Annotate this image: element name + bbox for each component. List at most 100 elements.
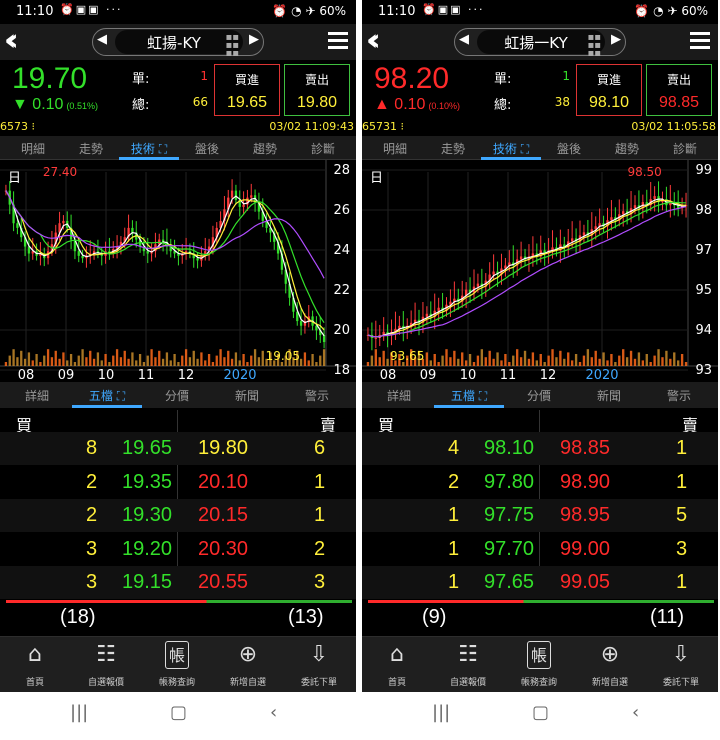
tab-4[interactable]: 趨勢	[598, 140, 656, 157]
volume-bar	[594, 350, 597, 366]
battery-level: 60%	[681, 4, 708, 18]
prev-stock-arrow-icon[interactable]: ◀	[459, 32, 469, 47]
book-row[interactable]: 8 19.65 19.80 6	[0, 432, 356, 465]
stock-name-field[interactable]: 虹揚一KY ▪▪ ▪▪ ▪▪	[477, 30, 605, 59]
subtab-4[interactable]: 警示	[282, 387, 352, 404]
prev-stock-arrow-icon[interactable]: ◀	[97, 32, 107, 47]
nav-item-1[interactable]: ☷ 自選報價	[433, 641, 503, 688]
sell-button[interactable]: 賣出 19.80	[284, 64, 350, 116]
nav-item-0[interactable]: ⌂ 首頁	[0, 641, 70, 688]
nav-item-0[interactable]: ⌂ 首頁	[362, 641, 432, 688]
bid-price: 19.65	[122, 437, 173, 459]
volume-text: 6573 ⁝	[0, 120, 35, 133]
bid-qty: 3	[86, 537, 98, 560]
subtab-3[interactable]: 新聞	[212, 387, 282, 404]
book-row[interactable]: 4 98.10 98.85 1	[362, 432, 718, 465]
hamburger-menu-icon[interactable]	[328, 32, 348, 50]
nav-label: 委託下單	[300, 678, 337, 688]
y-tick-label: 95	[695, 283, 712, 298]
buy-button[interactable]: 買進 19.65	[214, 64, 280, 116]
nav-item-2[interactable]: 帳帳務查詢	[142, 641, 212, 688]
volume-bar	[135, 360, 138, 366]
tab-2[interactable]: 技術 ⛶	[482, 140, 540, 157]
back-double-chevron-icon[interactable]: ‹‹	[366, 26, 398, 58]
chart-svg: 99 98 97 95 94 93 08 09 10 11 12 2020 日 98.50 93.65	[362, 160, 718, 383]
tab-4[interactable]: 趨勢	[236, 140, 294, 157]
nav-item-1[interactable]: ☷ 自選報價	[71, 641, 141, 688]
volume-bar	[119, 357, 123, 366]
tab-0[interactable]: 明細	[366, 140, 424, 157]
book-row[interactable]: 1 97.75 98.95 5	[362, 499, 718, 532]
back-arrow-icon[interactable]: ‹	[632, 702, 639, 723]
nav-item-2[interactable]: 帳帳務查詢	[504, 641, 574, 688]
next-stock-arrow-icon[interactable]: ▶	[249, 32, 259, 47]
tab-0[interactable]: 明細	[4, 140, 62, 157]
book-row[interactable]: 2 19.35 20.10 1	[0, 466, 356, 499]
nav-label: 新增自選	[229, 678, 266, 688]
tab-1[interactable]: 走勢	[62, 140, 120, 157]
book-row[interactable]: 2 19.30 20.15 1	[0, 499, 356, 532]
recent-apps-icon[interactable]: |||	[432, 702, 450, 723]
book-row[interactable]: 3 19.15 20.55 3	[0, 566, 356, 599]
next-stock-arrow-icon[interactable]: ▶	[611, 32, 621, 47]
book-row[interactable]: 3 19.20 20.30 2	[0, 533, 356, 566]
volume-bar	[303, 352, 307, 366]
main-tabs: 明細 走勢 技術 ⛶ 盤後 趨勢 診斷	[362, 136, 718, 160]
nav-item-3[interactable]: ⊕ 新增自選	[213, 641, 283, 688]
bid-price: 19.20	[122, 537, 173, 560]
tab-1[interactable]: 走勢	[424, 140, 482, 157]
tab-2[interactable]: 技術 ⛶	[120, 140, 178, 157]
subtab-1[interactable]: 五檔 ⛶	[434, 387, 504, 404]
stock-name: 虹揚一KY	[504, 34, 568, 52]
subtab-0[interactable]: 詳細	[2, 387, 72, 404]
volume-bar	[539, 354, 542, 366]
candle-body	[62, 220, 65, 224]
y-tick-label: 28	[333, 163, 350, 178]
subtab-2[interactable]: 分價	[504, 387, 574, 404]
volume-bar	[177, 362, 180, 366]
tab-3[interactable]: 盤後	[540, 140, 598, 157]
subtab-3[interactable]: 新聞	[574, 387, 644, 404]
candlestick-chart[interactable]: 28 26 24 22 20 18 08 09 10 11 12 2020 日 27.40 19.05	[0, 160, 356, 383]
stock-selector[interactable]: ◀ 虹揚-KY ▪▪ ▪▪ ▪▪ ▶	[92, 28, 264, 59]
home-circle-icon[interactable]: ▢	[532, 702, 549, 723]
stock-selector[interactable]: ◀ 虹揚一KY ▪▪ ▪▪ ▪▪ ▶	[454, 28, 626, 59]
book-row[interactable]: 2 97.80 98.90 1	[362, 466, 718, 499]
tab-5[interactable]: 診斷	[294, 140, 352, 157]
subtab-0[interactable]: 詳細	[364, 387, 434, 404]
volume-bar	[8, 355, 11, 366]
stock-name-field[interactable]: 虹揚-KY ▪▪ ▪▪ ▪▪	[115, 30, 243, 59]
volume-bar	[610, 354, 613, 366]
tab-5[interactable]: 診斷	[656, 140, 714, 157]
volume-bar	[370, 355, 374, 366]
volume-bar	[77, 355, 80, 366]
bid-qty: 1	[448, 571, 460, 593]
x-tick-label: 11	[500, 368, 517, 380]
candle-body	[374, 337, 377, 339]
subtab-2[interactable]: 分價	[142, 387, 212, 404]
quote-datetime: 03/02 11:09:43	[269, 120, 354, 133]
nav-item-4[interactable]: ⇩ 委託下單	[284, 641, 354, 688]
nav-item-4[interactable]: ⇩ 委託下單	[646, 641, 716, 688]
buy-button[interactable]: 買進 98.10	[576, 64, 642, 116]
system-nav-bar: ||| ▢ ‹	[0, 692, 356, 740]
volume-bar	[307, 360, 310, 366]
back-double-chevron-icon[interactable]: ‹‹	[4, 26, 36, 58]
subtab-1[interactable]: 五檔 ⛶	[72, 387, 142, 404]
nav-item-3[interactable]: ⊕ 新增自選	[575, 641, 645, 688]
candlestick-chart[interactable]: 99 98 97 95 94 93 08 09 10 11 12 2020 日 98.50 93.65	[362, 160, 718, 383]
volume-bar	[669, 358, 672, 366]
subtab-4[interactable]: 警示	[644, 387, 714, 404]
book-row[interactable]: 1 97.65 99.05 1	[362, 566, 718, 599]
buy-label: 買進	[234, 73, 259, 87]
home-circle-icon[interactable]: ▢	[170, 702, 187, 723]
book-row[interactable]: 1 97.70 99.00 3	[362, 533, 718, 566]
sell-button[interactable]: 賣出 98.85	[646, 64, 712, 116]
back-arrow-icon[interactable]: ‹	[270, 702, 277, 723]
recent-apps-icon[interactable]: |||	[70, 702, 88, 723]
hamburger-menu-icon[interactable]	[690, 32, 710, 50]
volume-bar	[12, 349, 15, 366]
single-volume-value: 1	[562, 69, 570, 83]
volume-bar	[622, 349, 625, 366]
tab-3[interactable]: 盤後	[178, 140, 236, 157]
